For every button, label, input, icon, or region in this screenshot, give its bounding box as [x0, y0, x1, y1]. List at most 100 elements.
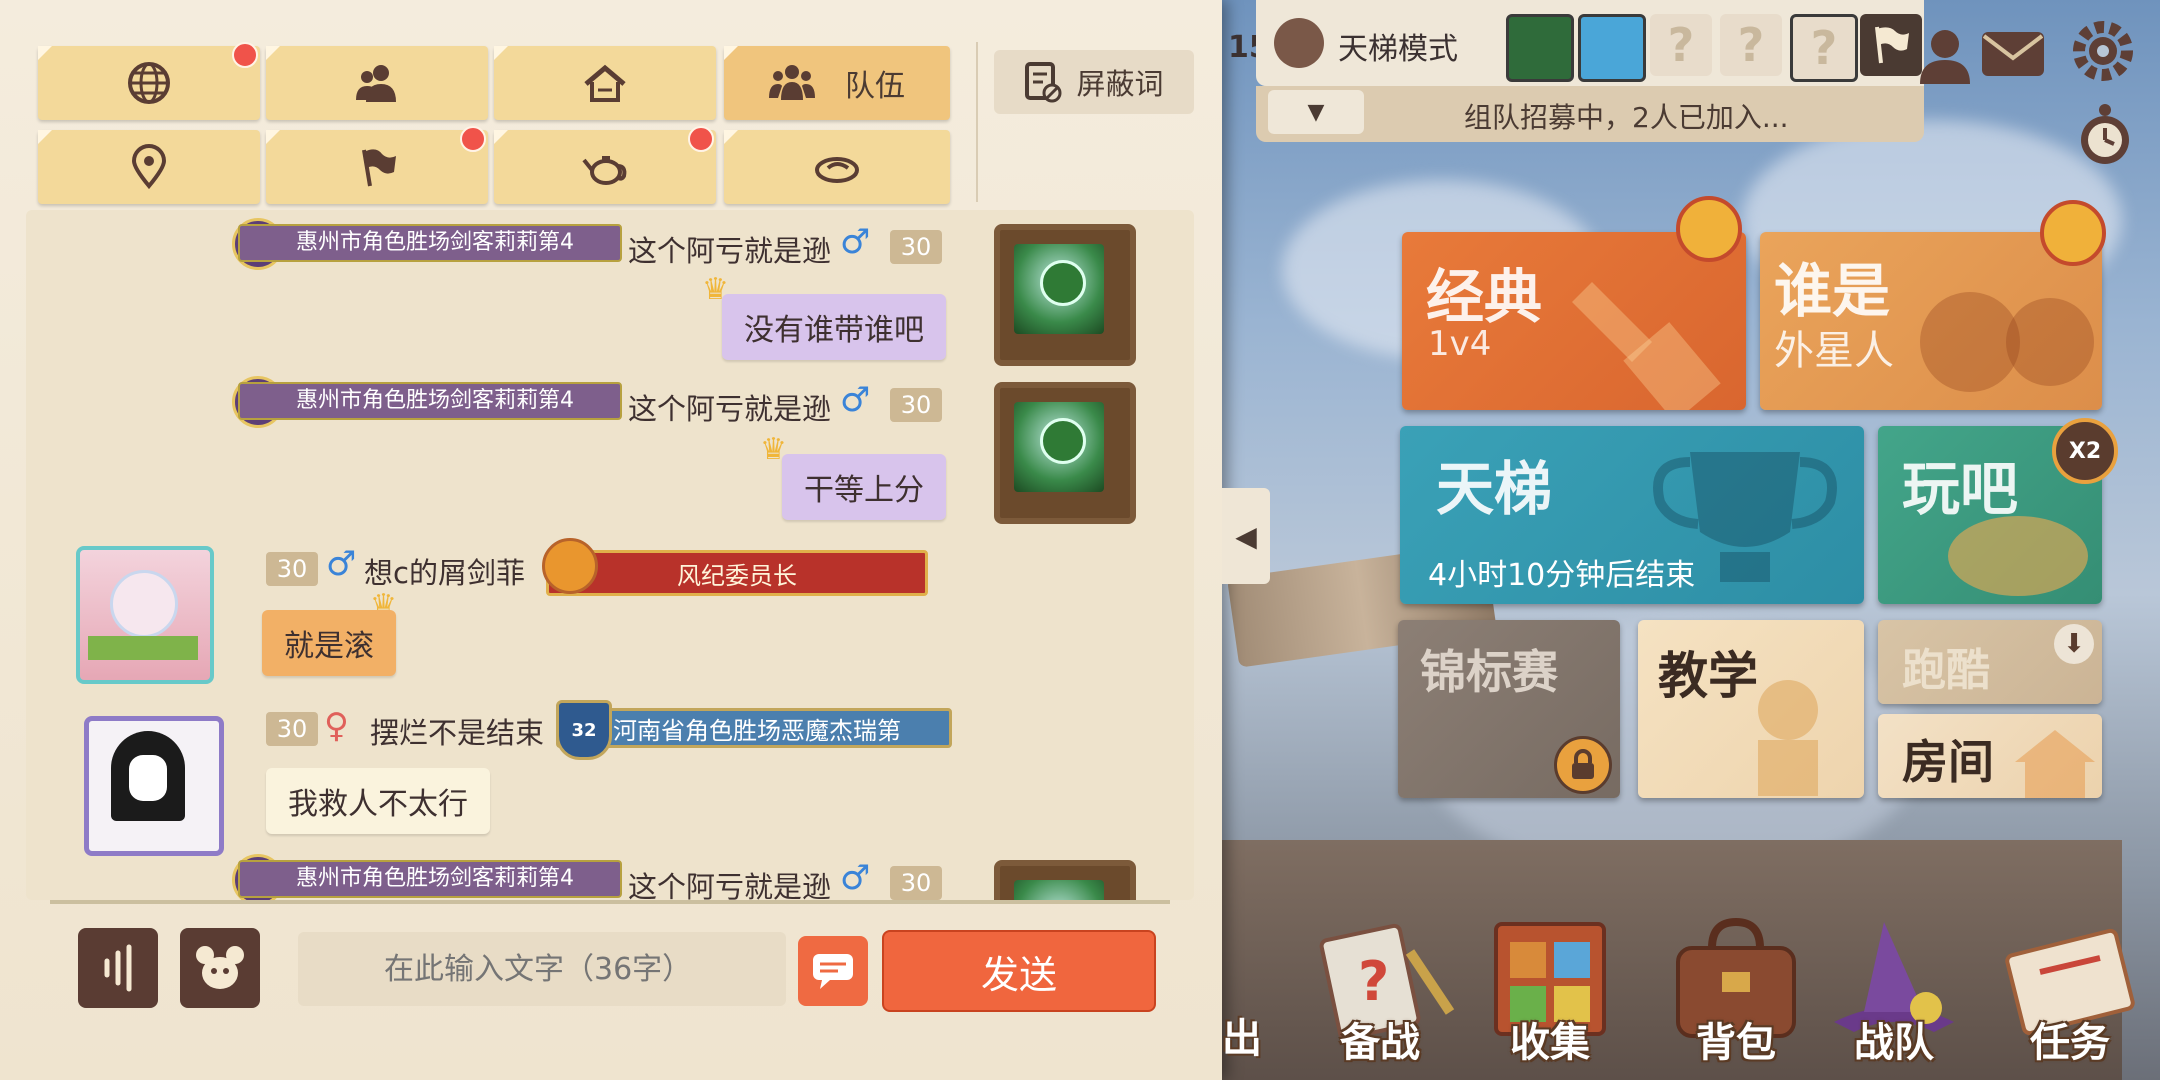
team-status-bar: ▼ 组队招募中，2人已加入... — [1256, 86, 1924, 142]
avatar[interactable] — [994, 224, 1136, 366]
chevron-down-icon: ▼ — [1307, 99, 1325, 125]
avatar[interactable] — [84, 716, 224, 856]
tab-team[interactable]: 队伍 — [724, 46, 950, 120]
sender-name: 想c的屑剑菲 — [364, 556, 525, 590]
tab-friends[interactable] — [266, 46, 488, 120]
empty-slot[interactable]: ? — [1790, 14, 1858, 82]
quick-phrase-button[interactable] — [798, 936, 868, 1006]
parkour-mode-card[interactable]: 跑酷 ⬇ — [1878, 620, 2102, 704]
profile-icon[interactable] — [1910, 20, 1980, 90]
team-member-slot[interactable] — [1578, 14, 1646, 82]
gender-male-icon: ♂ — [840, 858, 871, 898]
gender-male-icon: ♂ — [326, 544, 357, 584]
gender-male-icon: ♂ — [840, 222, 871, 262]
honor-title-tag: 河南省角色胜场恶魔杰瑞第 — [556, 708, 952, 748]
tab-cheese[interactable] — [724, 130, 950, 204]
card-subtitle: 1v4 — [1428, 324, 1492, 364]
alarm-clock-icon[interactable] — [2068, 100, 2138, 170]
nav-tasks[interactable]: 任务 — [1990, 912, 2150, 1080]
tab-nearby[interactable] — [38, 130, 260, 204]
team-icon — [769, 65, 815, 100]
mouse-face-icon — [196, 946, 244, 989]
medal-icon — [2040, 200, 2106, 266]
card-subtitle: 外星人 — [1774, 328, 1894, 374]
tournament-mode-card[interactable]: 锦标赛 — [1398, 620, 1620, 798]
chat-message-list[interactable]: 4 惠州市角色胜场剑客莉莉第4 这个阿亏就是逊 ♂ 30 ♛ 没有谁带谁吧 4 … — [26, 210, 1194, 900]
nav-backpack[interactable]: 背包 — [1656, 912, 1816, 1080]
age-badge: 30 — [890, 388, 942, 422]
avatar[interactable] — [76, 546, 214, 684]
chat-text-input[interactable] — [298, 932, 786, 1006]
message-bubble[interactable]: 干等上分 — [782, 454, 946, 520]
globe-icon — [128, 62, 170, 104]
double-reward-badge: X2 — [2052, 418, 2118, 484]
expand-button[interactable]: ▼ — [1268, 90, 1364, 134]
medal-icon — [1676, 196, 1742, 262]
avatar[interactable] — [994, 382, 1136, 524]
message-bubble[interactable]: 没有谁带谁吧 — [722, 294, 946, 360]
gender-female-icon: ♀ — [324, 706, 349, 746]
tab-home[interactable] — [494, 46, 716, 120]
title-emblem-icon — [542, 538, 598, 594]
mode-panel-top: 天梯模式 ? ? ? — [1256, 0, 1924, 86]
card-title: 天梯 — [1436, 455, 1553, 523]
card-title: 玩吧 — [1902, 455, 2019, 523]
friends-icon — [356, 65, 396, 102]
send-button[interactable]: 发送 — [882, 930, 1156, 1012]
mode-title: 天梯模式 — [1338, 32, 1458, 67]
nav-label: 战队 — [1854, 1020, 1934, 1066]
creatures-decoration-icon — [1920, 292, 2094, 392]
rank-shield-icon: 32 — [556, 700, 612, 760]
nav-prepare[interactable]: ? 备战 — [1300, 912, 1460, 1080]
avatar[interactable] — [994, 860, 1136, 900]
card-title: 跑酷 — [1902, 645, 1990, 696]
card-title: 谁是 — [1774, 257, 1891, 325]
voice-button[interactable] — [78, 928, 158, 1008]
tab-guild[interactable] — [266, 126, 488, 204]
ladder-mode-card[interactable]: 天梯 4小时10分钟后结束 — [1400, 426, 1864, 604]
tab-divider — [976, 42, 978, 202]
nav-squad[interactable]: 战队 — [1814, 912, 1974, 1080]
message-bubble[interactable]: 我救人不太行 — [266, 768, 490, 834]
season-timer: 4小时10分钟后结束 — [1428, 558, 1696, 593]
rocket-decoration-icon — [1572, 282, 1721, 410]
honor-title-tag: 风纪委员长 — [546, 550, 928, 596]
card-title: 教学 — [1658, 647, 1758, 705]
gear-icon[interactable] — [2066, 14, 2136, 84]
tab-teapot[interactable] — [494, 126, 716, 204]
team-member-slot[interactable] — [1506, 14, 1574, 82]
tab-world[interactable] — [38, 42, 260, 120]
mail-icon[interactable] — [1978, 18, 2048, 88]
tom-cat-icon — [1274, 18, 1324, 68]
age-badge: 30 — [266, 552, 318, 586]
honor-title-tag: 惠州市角色胜场剑客莉莉第4 — [238, 224, 622, 262]
sender-name: 摆烂不是结束 — [370, 716, 545, 750]
notification-dot — [460, 126, 486, 152]
chevron-left-icon: ◀ — [1235, 519, 1257, 553]
teapot-icon — [582, 156, 627, 185]
alien-mode-card[interactable]: 谁是 外星人 — [1760, 232, 2102, 410]
notification-dot — [232, 42, 258, 68]
collapse-chat-button[interactable]: ◀ — [1222, 488, 1270, 584]
emote-button[interactable] — [180, 928, 260, 1008]
sender-name: 这个阿亏就是逊 — [628, 392, 832, 426]
sender-name: 这个阿亏就是逊 — [628, 870, 832, 900]
room-mode-card[interactable]: 房间 — [1878, 714, 2102, 798]
block-words-button[interactable]: 屏蔽词 — [994, 50, 1194, 114]
nav-label: 任务 — [2030, 1020, 2110, 1066]
team-mode-panel[interactable]: 天梯模式 ? ? ? ▼ 组队招募中，2人已加入... — [1256, 0, 1924, 142]
honor-title-tag: 惠州市角色胜场剑客莉莉第4 — [238, 860, 622, 898]
sender-name: 这个阿亏就是逊 — [628, 234, 832, 268]
empty-slot[interactable]: ? — [1650, 14, 1712, 76]
voice-wave-icon — [104, 944, 132, 992]
card-title: 经典 — [1426, 263, 1543, 331]
tutorial-mode-card[interactable]: 教学 — [1638, 620, 1864, 798]
nav-collect[interactable]: 收集 — [1470, 912, 1630, 1080]
card-title: 锦标赛 — [1420, 645, 1558, 699]
nav-label: 收集 — [1510, 1020, 1590, 1066]
nav-label: 背包 — [1696, 1020, 1776, 1066]
message-bubble[interactable]: 就是滚 — [262, 610, 396, 676]
empty-slot[interactable]: ? — [1720, 14, 1782, 76]
svg-text:?: ? — [1358, 950, 1389, 1013]
lock-icon — [1554, 736, 1612, 794]
